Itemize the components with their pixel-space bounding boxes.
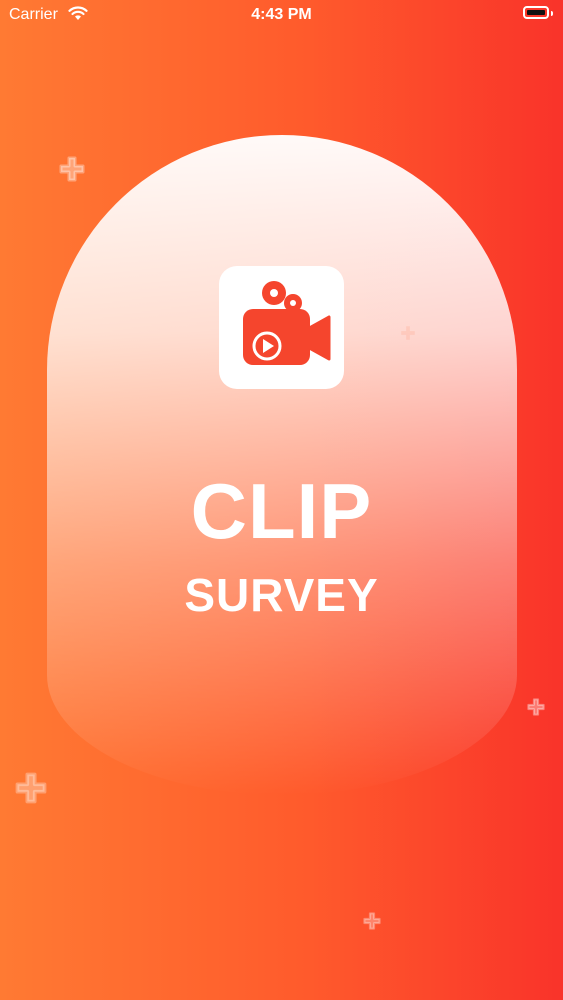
plus-sparkle-icon (401, 326, 415, 340)
plus-sparkle-icon (15, 772, 47, 804)
battery-icon (523, 6, 549, 19)
plus-sparkle-icon (527, 698, 545, 716)
status-bar: Carrier 4:43 PM (0, 0, 563, 30)
video-camera-play-icon (243, 281, 331, 365)
app-title: CLIP (190, 467, 373, 555)
plus-sparkle-icon (59, 156, 85, 182)
status-time: 4:43 PM (251, 6, 312, 23)
app-subtitle: SURVEY (184, 569, 379, 621)
splash-capsule (47, 135, 517, 795)
plus-sparkle-icon (363, 912, 381, 930)
app-logo (219, 266, 344, 389)
